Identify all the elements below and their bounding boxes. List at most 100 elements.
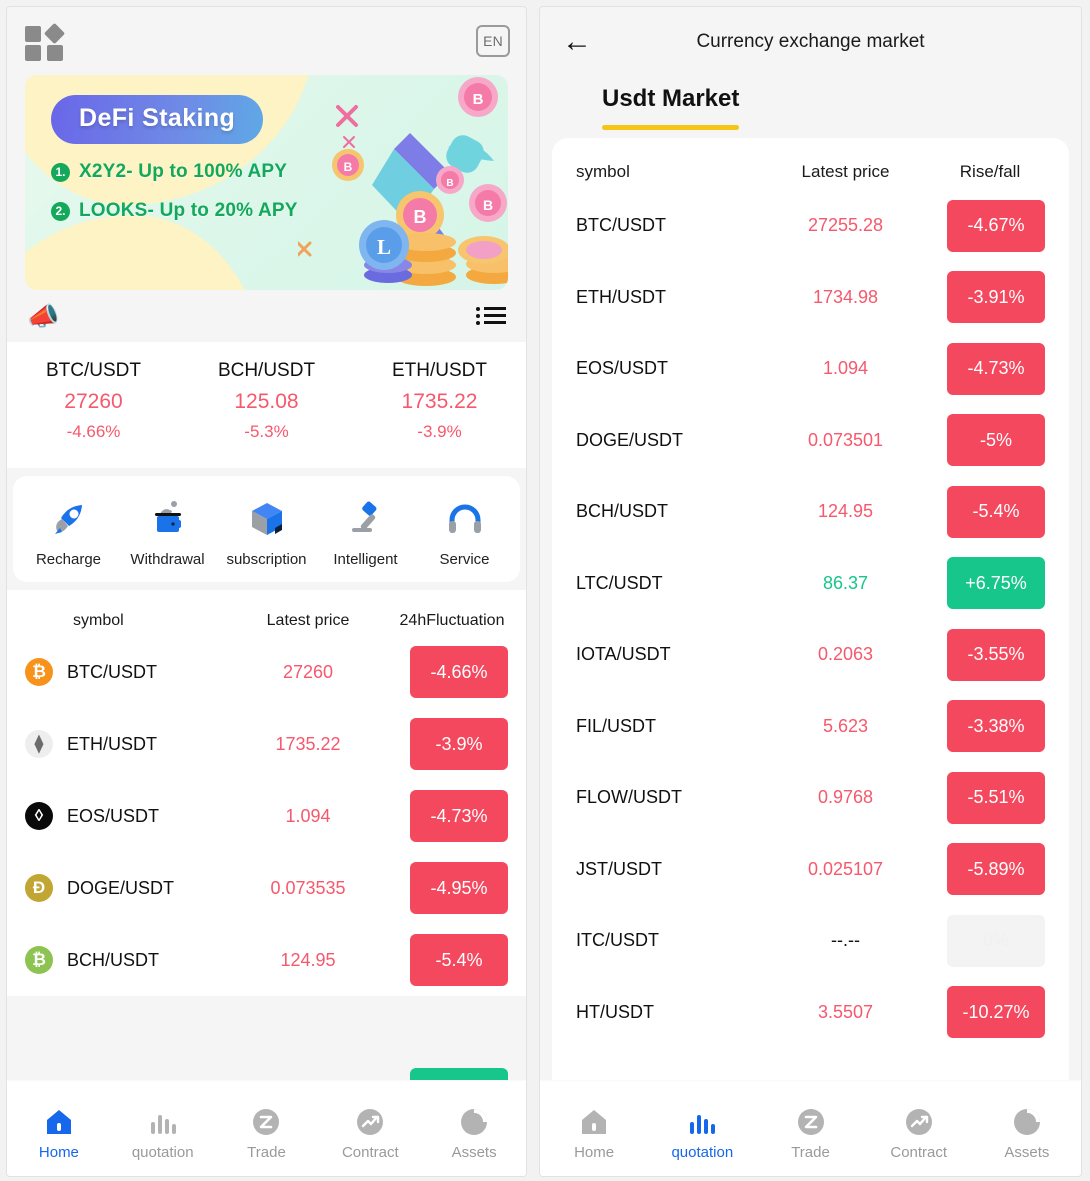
cube-icon [217, 496, 316, 542]
quick-action-subscription[interactable]: subscription [217, 496, 316, 568]
change-cell: -3.55% [935, 628, 1045, 681]
quick-action-label: Recharge [35, 551, 102, 568]
grid-menu-icon[interactable] [25, 22, 66, 61]
page-title: Currency exchange market [696, 31, 925, 52]
table-row[interactable]: ₿ BCH/USDT 124.95 -5.4% [25, 924, 508, 996]
quick-action-label: Intelligent [333, 551, 398, 568]
price-cell: --.-- [831, 930, 860, 951]
tab-home[interactable]: Home [540, 1102, 648, 1161]
tab-label: Usdt Market [602, 85, 740, 112]
bottom-tabbar: Home quotation Trade Contract Assets [540, 1080, 1081, 1176]
change-cell: -4.73% [396, 790, 508, 842]
tab-trade[interactable]: Trade [756, 1102, 864, 1161]
quick-action-label: subscription [226, 551, 307, 568]
tab-label: Contract [890, 1144, 948, 1161]
status-badge: -10.27% [947, 986, 1045, 1039]
price-cell: 5.623 [822, 715, 869, 736]
coin-icon-eth: ⧫ [25, 730, 53, 758]
list-icon[interactable] [476, 305, 506, 327]
quick-action-intelligent[interactable]: Intelligent [316, 496, 415, 568]
tab-label: Assets [1004, 1144, 1050, 1161]
table-row[interactable]: HT/USDT 3.5507 -10.27% [576, 977, 1045, 1049]
table-row[interactable]: ETH/USDT 1734.98 -3.91% [576, 262, 1045, 334]
table-row[interactable]: FIL/USDT 5.623 -3.38% [576, 691, 1045, 763]
price-cell: 3.5507 [817, 1001, 874, 1022]
market-table: symbol Latest price Rise/fall BTC/USDT 2… [552, 138, 1069, 1143]
tab-contract[interactable]: Contract [865, 1102, 973, 1161]
language-button[interactable]: EN [476, 25, 510, 57]
ticker-change: -5.3% [244, 422, 289, 441]
table-row[interactable]: EOS/USDT 1.094 -4.73% [576, 333, 1045, 405]
header-change: 24hFluctuation [399, 612, 505, 629]
quick-action-withdrawal[interactable]: Withdrawal [118, 496, 217, 568]
table-row[interactable]: ITC/USDT --.-- 0% [576, 905, 1045, 977]
banner-line-1: 1. X2Y2- Up to 100% APY [51, 161, 508, 183]
change-cell: -4.67% [935, 199, 1045, 252]
announcement-bar[interactable]: 📣 [7, 290, 526, 342]
quick-actions: Recharge Withdrawal subscription Intelli… [13, 476, 520, 582]
table-row[interactable]: FLOW/USDT 0.9768 -5.51% [576, 762, 1045, 834]
quick-action-label: Withdrawal [130, 551, 205, 568]
change-cell: +6.75% [935, 557, 1045, 610]
table-row[interactable]: ₿ BTC/USDT 27260 -4.66% [25, 636, 508, 708]
table-row[interactable]: BTC/USDT 27255.28 -4.67% [576, 190, 1045, 262]
price-cell: 1.094 [285, 805, 331, 826]
status-badge: -3.38% [947, 700, 1045, 753]
symbol-label: BCH/USDT [67, 949, 160, 970]
change-cell: -5.51% [935, 771, 1045, 824]
status-badge: -5.4% [410, 934, 508, 986]
status-badge: 0% [947, 914, 1045, 967]
symbol-label: ETH/USDT [67, 733, 157, 754]
banner-line-2: 2. LOOKS- Up to 20% APY [51, 200, 508, 222]
home-topbar: EN [7, 7, 526, 75]
symbol-cell: LTC/USDT [576, 572, 663, 593]
table-row[interactable]: BCH/USDT 124.95 -5.4% [576, 476, 1045, 548]
back-arrow-icon[interactable]: ← [562, 27, 602, 57]
headset-icon [415, 496, 514, 542]
svg-text:L: L [377, 235, 391, 259]
tab-quotation[interactable]: quotation [648, 1102, 756, 1161]
coin-icon-bch: ₿ [25, 946, 53, 974]
table-row[interactable]: ◊ EOS/USDT 1.094 -4.73% [25, 780, 508, 852]
status-badge: -5.4% [947, 485, 1045, 538]
banner-line-1-text: X2Y2- Up to 100% APY [79, 161, 288, 182]
header-change: Rise/fall [959, 162, 1021, 181]
table-row[interactable]: DOGE/USDT 0.073501 -5% [576, 405, 1045, 477]
symbol-cell: FIL/USDT [576, 715, 657, 736]
change-cell: -10.27% [935, 986, 1045, 1039]
tab-label: Trade [247, 1144, 286, 1161]
table-row[interactable]: IOTA/USDT 0.2063 -3.55% [576, 619, 1045, 691]
status-badge: -3.9% [410, 718, 508, 770]
ticker-card[interactable]: BCH/USDT 125.08 -5.3% [180, 360, 353, 442]
ticker-card[interactable]: BTC/USDT 27260 -4.66% [7, 360, 180, 442]
assets-icon [973, 1102, 1081, 1142]
trade-icon [215, 1102, 319, 1142]
top-tickers: BTC/USDT 27260 -4.66% BCH/USDT 125.08 -5… [7, 342, 526, 468]
tab-contract[interactable]: Contract [318, 1102, 422, 1161]
change-cell: -3.38% [935, 700, 1045, 753]
tab-assets[interactable]: Assets [973, 1102, 1081, 1161]
table-row[interactable]: LTC/USDT 86.37 +6.75% [576, 548, 1045, 620]
banner-content: DeFi Staking 1. X2Y2- Up to 100% APY 2. … [25, 75, 508, 222]
home-icon [7, 1102, 111, 1142]
status-badge: -3.91% [947, 271, 1045, 324]
quick-action-service[interactable]: Service [415, 496, 514, 568]
ticker-change: -4.66% [66, 422, 121, 441]
tab-home[interactable]: Home [7, 1102, 111, 1161]
tab-assets[interactable]: Assets [422, 1102, 526, 1161]
tab-trade[interactable]: Trade [215, 1102, 319, 1161]
ticker-symbol: BTC/USDT [46, 360, 141, 381]
table-row[interactable]: JST/USDT 0.025107 -5.89% [576, 834, 1045, 906]
ticker-card[interactable]: ETH/USDT 1735.22 -3.9% [353, 360, 526, 442]
ticker-change: -3.9% [417, 422, 462, 441]
table-row[interactable]: ⧫ ETH/USDT 1735.22 -3.9% [25, 708, 508, 780]
price-cell: 1734.98 [812, 286, 879, 307]
defi-staking-banner[interactable]: B B B B B L DeFi Staking 1. X2Y2- Up to … [25, 75, 508, 290]
banner-bullet-1: 1. [51, 162, 70, 182]
tab-usdt-market[interactable]: Usdt Market [602, 85, 740, 130]
status-badge: +6.75% [947, 557, 1045, 610]
tab-quotation[interactable]: quotation [111, 1102, 215, 1161]
tab-label: quotation [131, 1144, 194, 1161]
quick-action-recharge[interactable]: Recharge [19, 496, 118, 568]
table-row[interactable]: Đ DOGE/USDT 0.073535 -4.95% [25, 852, 508, 924]
